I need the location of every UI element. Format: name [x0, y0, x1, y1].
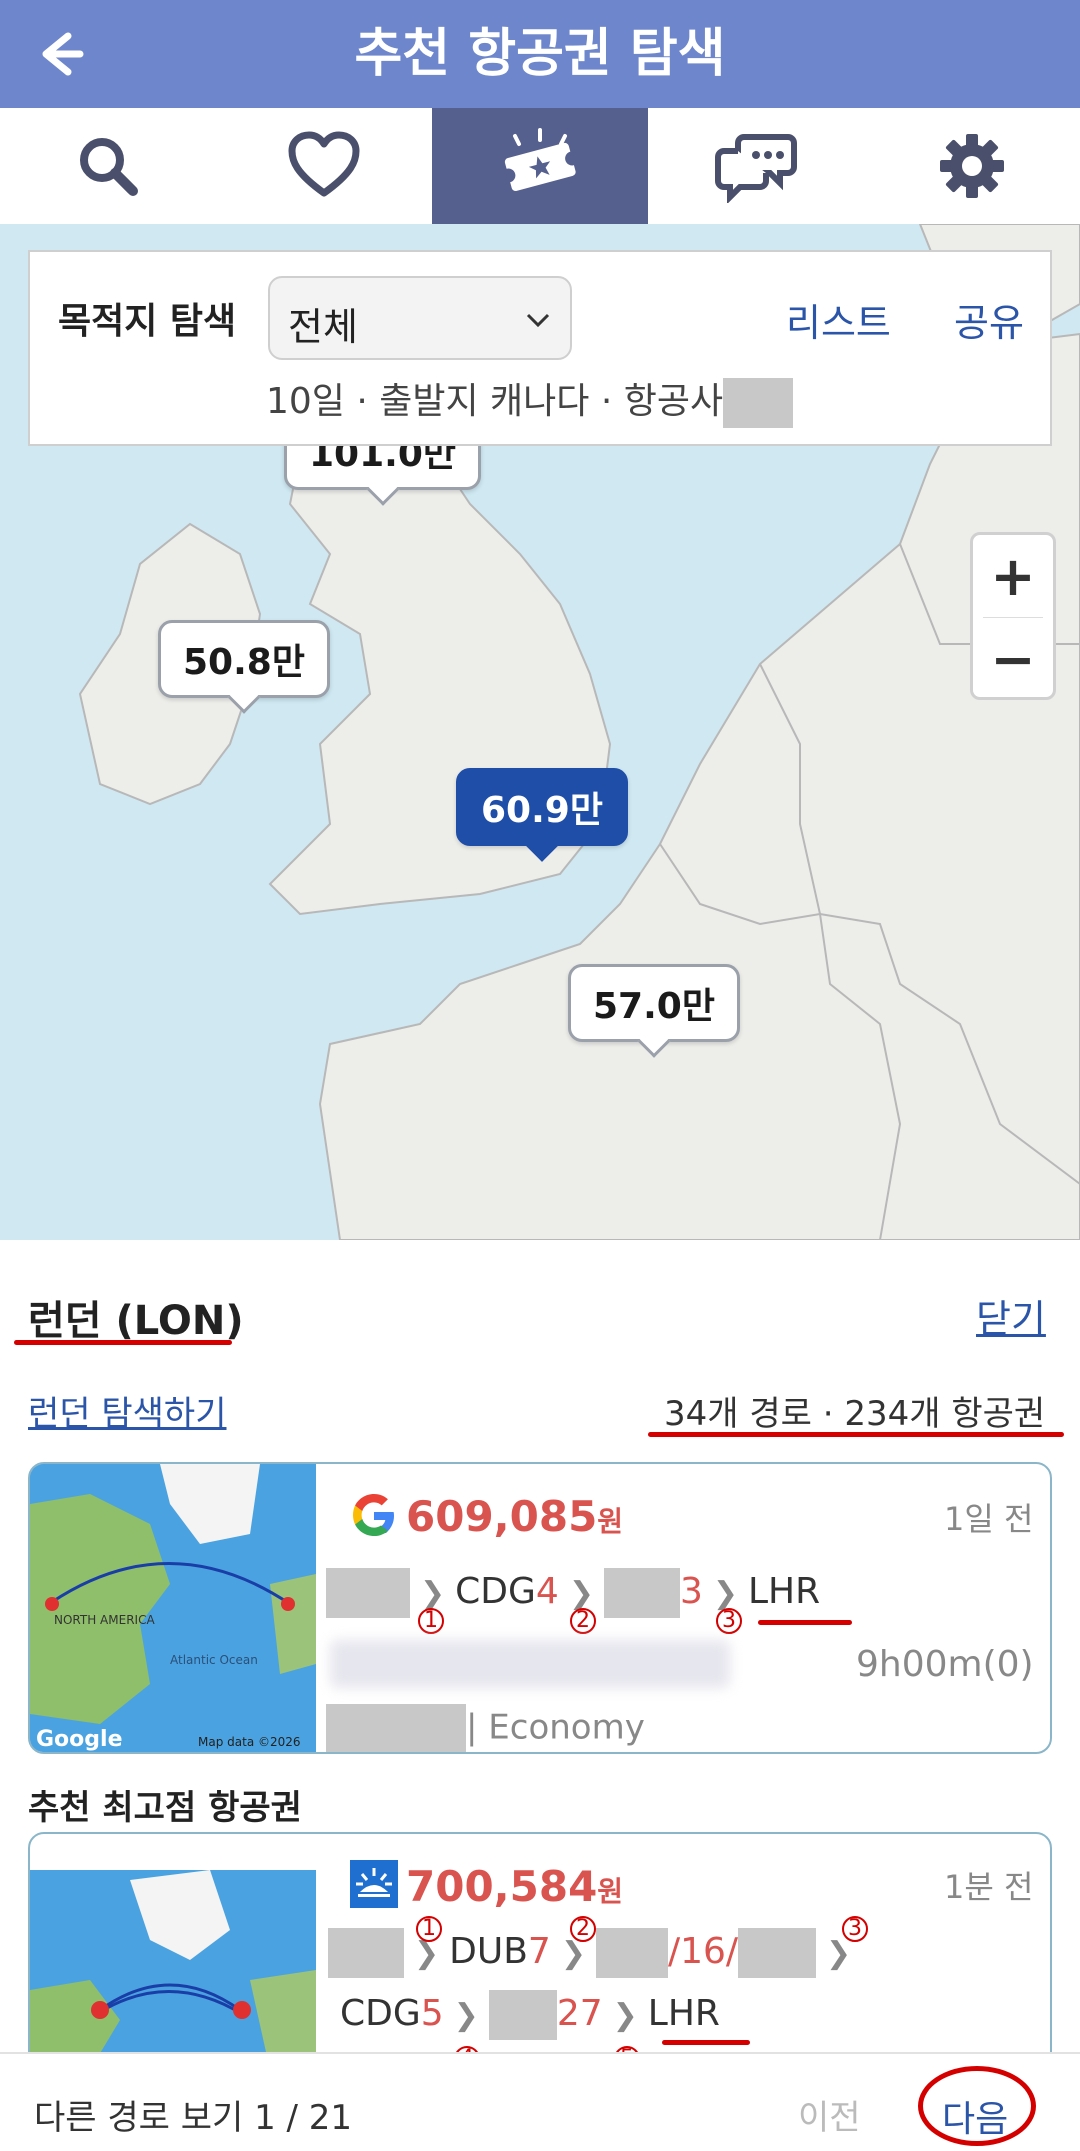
tab-search[interactable] — [0, 108, 216, 224]
chevron-right-icon: ❯ — [612, 1998, 638, 2033]
tab-settings[interactable] — [864, 108, 1080, 224]
price: 700,584원 — [406, 1862, 624, 1911]
zoom-out-button[interactable]: − — [973, 618, 1053, 700]
tab-bar — [0, 108, 1080, 224]
zoom-in-button[interactable]: + — [973, 535, 1053, 617]
app-header: 추천 항공권 탐색 — [0, 0, 1080, 108]
route-count: 34개 경로 · 234개 항공권 — [664, 1394, 1046, 1434]
blurred-dates — [330, 1640, 730, 1688]
back-button[interactable] — [28, 24, 88, 84]
annotation-marker: 1 — [416, 1916, 442, 1942]
sun-logo-icon — [350, 1860, 398, 1908]
list-link[interactable]: 리스트 — [786, 292, 891, 347]
redacted-block — [326, 1704, 466, 1752]
annotation-marker: 2 — [570, 1608, 596, 1634]
price-pin[interactable]: 50.8만 — [158, 620, 330, 698]
chat-icon — [715, 134, 797, 203]
redacted-block — [326, 1568, 410, 1618]
ticket-icon — [501, 128, 580, 192]
explore-city-link[interactable]: 런던 탐색하기 — [28, 1386, 227, 1435]
redacted-block — [488, 1990, 557, 2040]
zoom-controls: + − — [970, 532, 1056, 700]
tab-chat[interactable] — [648, 108, 864, 224]
google-g-icon — [353, 1494, 394, 1536]
annotation-marker: 3 — [716, 1608, 742, 1634]
annotation-underline — [758, 1620, 852, 1625]
heart-icon — [288, 131, 360, 197]
redacted-block — [738, 1928, 817, 1978]
redacted-block — [328, 1928, 404, 1978]
route-path: ❯ CDG4 ❯ 3 ❯ LHR — [326, 1568, 820, 1618]
flight-duration: 9h00m(0) — [856, 1644, 1034, 1685]
chevron-right-icon: ❯ — [453, 1998, 479, 2033]
annotation-underline — [662, 2040, 750, 2045]
destination-filter-label: 목적지 탐색 — [58, 301, 237, 342]
map-label: Atlantic Ocean — [170, 1653, 258, 1667]
route-path: ❯ DUB7 ❯/16/❯ — [328, 1928, 861, 1978]
price-pin[interactable]: 57.0만 — [568, 964, 740, 1042]
annotation-marker: 3 — [842, 1916, 868, 1942]
flight-card[interactable]: NORTH AMERICA Atlantic Ocean Google Map … — [28, 1462, 1052, 1754]
redacted-block — [723, 378, 794, 428]
route-path-continued: CDG5 ❯ 27 ❯ LHR — [340, 1990, 720, 2040]
filter-panel: 목적지 탐색 전체 리스트 공유 10일 · 출발지 캐나다 · 항공사 — [28, 250, 1052, 446]
destination-sheet: 런던 (LON) 닫기 런던 탐색하기 34개 경로 · 234개 항공권 NO… — [0, 1240, 1080, 2151]
annotation-marker: 1 — [418, 1608, 444, 1634]
route-pager: 다른 경로 보기 1 / 21 이전 다음 — [0, 2052, 1080, 2151]
updated-time: 1일 전 — [944, 1500, 1034, 1538]
gear-icon — [940, 134, 1004, 198]
section-title: 추천 최고점 항공권 — [28, 1788, 302, 1828]
map-logo: Google — [36, 1727, 123, 1752]
select-value: 전체 — [288, 305, 358, 349]
destination-select[interactable]: 전체 — [268, 276, 572, 360]
chevron-down-icon — [526, 313, 550, 328]
redacted-block — [603, 1568, 680, 1618]
annotation-marker: 2 — [570, 1916, 596, 1942]
price-pin-selected[interactable]: 60.9만 — [456, 768, 628, 846]
filter-summary: 10일 · 출발지 캐나다 · 항공사 — [266, 372, 794, 428]
chevron-right-icon: ❯ — [568, 1576, 594, 1611]
map-credit: Map data ©2026 — [198, 1735, 301, 1749]
tab-recommended[interactable] — [432, 108, 648, 224]
redacted-block — [595, 1928, 668, 1978]
route-pager-label: 다른 경로 보기 1 / 21 — [34, 2098, 353, 2138]
city-title: 런던 (LON) — [28, 1298, 244, 1344]
arrow-left-icon — [42, 32, 84, 76]
annotation-underline — [14, 1340, 232, 1345]
route-map-thumbnail: NORTH AMERICA Atlantic Ocean Google Map … — [30, 1464, 316, 1752]
chevron-right-icon: ❯ — [712, 1576, 738, 1611]
route-map: NORTH AMERICA Atlantic Ocean Google Map … — [30, 1464, 316, 1752]
cabin-class: | Economy — [326, 1704, 645, 1752]
chevron-right-icon: ❯ — [826, 1936, 852, 1971]
close-link[interactable]: 닫기 — [976, 1288, 1046, 1343]
share-link[interactable]: 공유 — [954, 292, 1024, 347]
previous-button[interactable]: 이전 — [798, 2090, 861, 2139]
map-label: NORTH AMERICA — [54, 1613, 155, 1627]
annotation-circle — [918, 2066, 1036, 2146]
search-icon — [80, 138, 138, 196]
page-title: 추천 항공권 탐색 — [354, 24, 726, 84]
chevron-right-icon: ❯ — [420, 1576, 446, 1611]
price: 609,085원 — [406, 1492, 624, 1541]
tab-favorites[interactable] — [216, 108, 432, 224]
annotation-underline — [648, 1432, 1064, 1437]
updated-time: 1분 전 — [944, 1868, 1034, 1906]
